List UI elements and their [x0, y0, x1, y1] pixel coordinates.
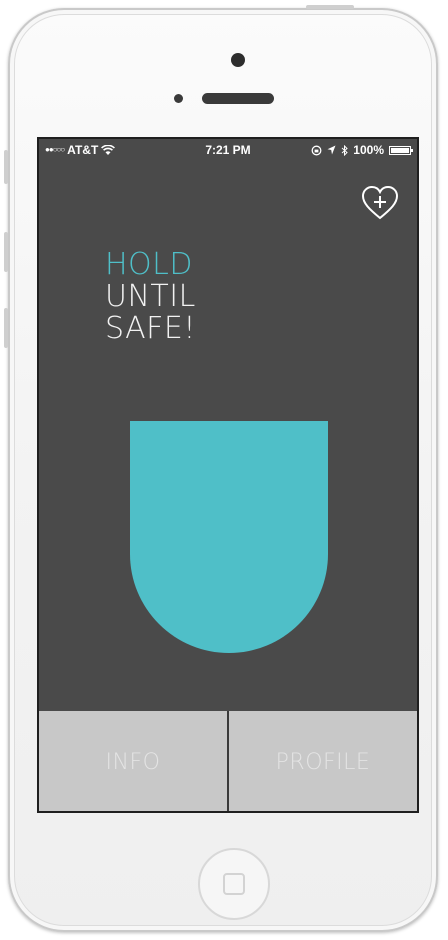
proximity-sensor — [174, 94, 183, 103]
tab-info[interactable]: INFO — [39, 711, 227, 811]
battery-percentage: 100% — [353, 143, 384, 157]
instruction-hold: HOLD — [105, 247, 193, 282]
bluetooth-icon — [341, 144, 349, 156]
hold-instruction: HOLD UNTIL SAFE! — [105, 249, 196, 345]
heart-plus-icon[interactable] — [361, 185, 399, 221]
earpiece-speaker — [202, 93, 274, 104]
battery-icon — [389, 145, 413, 155]
tab-bar: INFO PROFILE — [39, 711, 417, 811]
rotation-lock-icon — [311, 145, 322, 155]
volume-down-button — [4, 308, 8, 348]
sleep-button — [306, 5, 354, 9]
volume-up-button — [4, 232, 8, 272]
app-screen: ●●○○○ AT&T 7:21 PM 100% HOLD UNTIL SAFE!… — [37, 137, 419, 813]
instruction-until: UNTIL — [105, 279, 196, 314]
tab-profile[interactable]: PROFILE — [227, 711, 417, 811]
home-button[interactable] — [198, 848, 270, 920]
hold-safety-button[interactable] — [130, 421, 328, 653]
instruction-safe: SAFE! — [105, 311, 196, 346]
location-arrow-icon — [327, 145, 336, 155]
mute-switch — [4, 150, 8, 184]
battery-level — [391, 147, 409, 153]
status-bar: ●●○○○ AT&T 7:21 PM 100% — [39, 139, 417, 161]
status-right: 100% — [311, 139, 413, 161]
front-camera — [231, 53, 245, 67]
